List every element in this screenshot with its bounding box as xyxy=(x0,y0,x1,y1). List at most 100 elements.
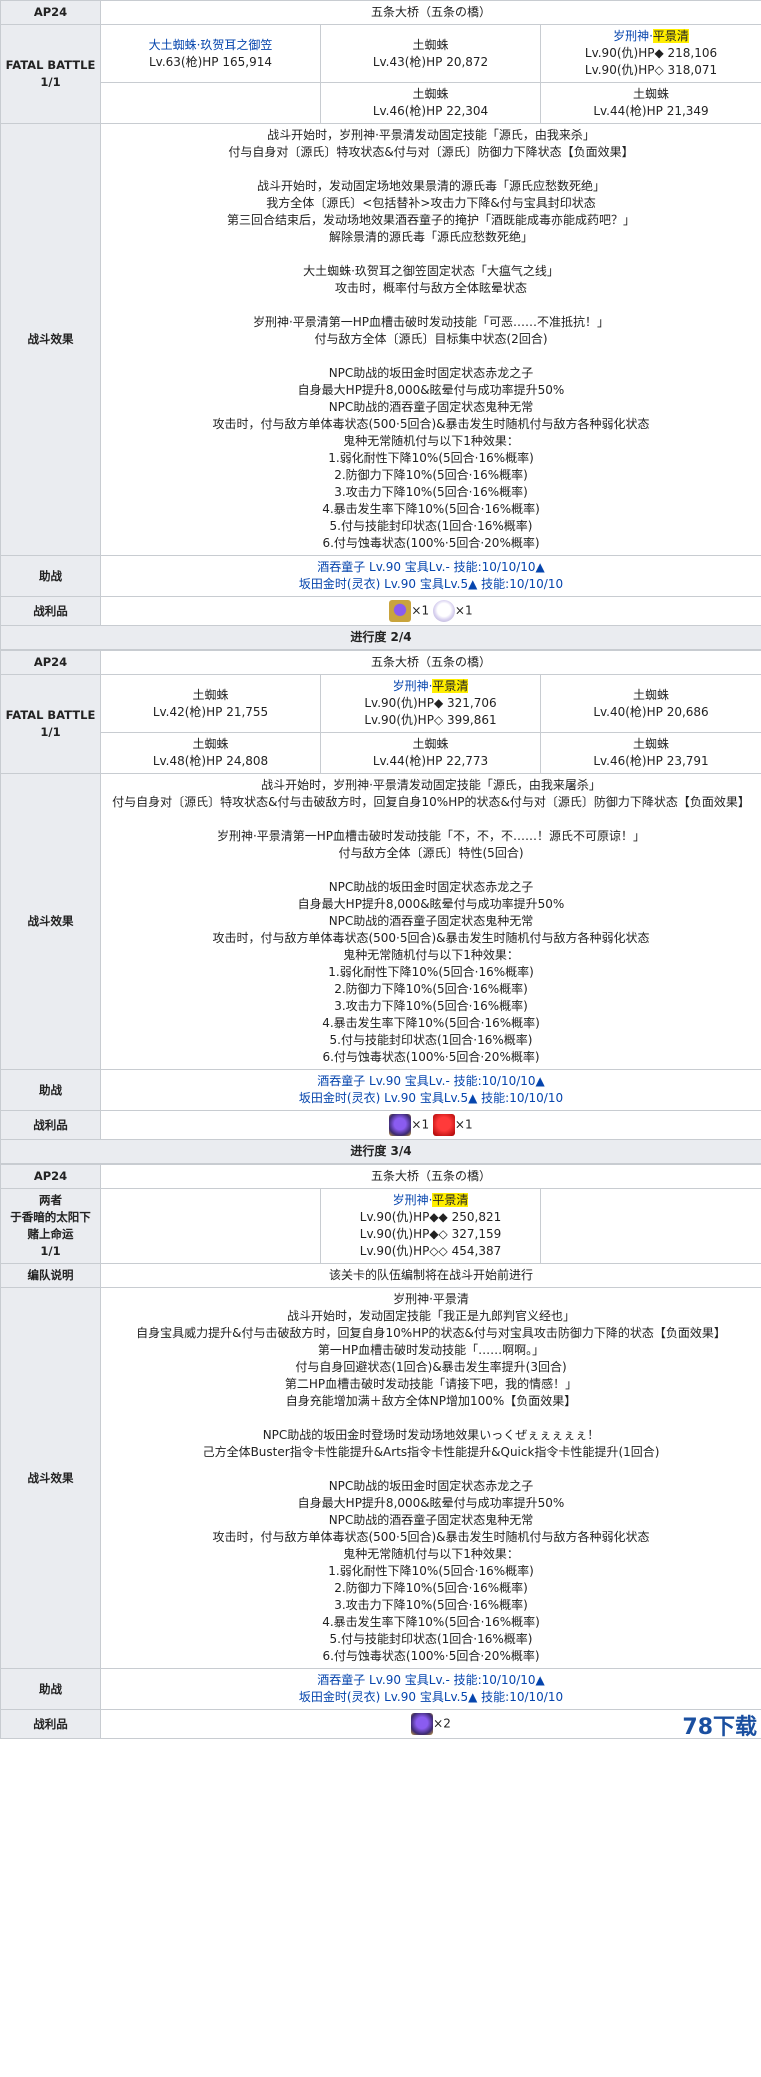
effect-line: 自身最大HP提升8,000&眩晕付与成功率提升50% xyxy=(297,1496,565,1510)
drops-cell: ×2 78下载 xyxy=(99,1709,761,1739)
support-servant-link[interactable]: 酒吞童子 Lv.90 宝具Lv.- 技能:10/10/10▲ xyxy=(105,1073,757,1090)
effect-line: NPC助战的酒吞童子固定状态鬼种无常 xyxy=(328,914,534,928)
stage-table-2: AP24 五条大桥（五条の橋） FATAL BATTLE 1/1 土蜘蛛 Lv.… xyxy=(0,650,761,1164)
effect-line: 解除景清的源氏毒「源氏应愁数死绝」 xyxy=(329,230,534,244)
effects-cell: 战斗开始时，岁刑神·平景清发动固定技能「源氏，由我来杀」 付与自身对〔源氏〕特攻状… xyxy=(99,123,761,556)
effects-list: 岁刑神·平景清战斗开始时，发动固定技能「我正是九郎判官义经也」自身宝具威力提升&… xyxy=(105,1291,757,1665)
location: 五条大桥（五条の橋） xyxy=(99,0,761,25)
boss-name-prefix[interactable]: 岁刑神· xyxy=(393,1193,433,1207)
battle-title-label: 两者 于香暗的太阳下 赌上命运 1/1 xyxy=(0,1188,101,1264)
support-servant-link[interactable]: 坂田金时(灵衣) Lv.90 宝具Lv.5▲ 技能:10/10/10 xyxy=(105,1689,757,1706)
effect-line: 鬼种无常随机付与以下1种效果： xyxy=(343,948,519,962)
enemy-name: 土蜘蛛 xyxy=(412,37,449,52)
watermark-logo: 78下载 xyxy=(682,1715,758,1739)
effect-line: 1.弱化耐性下降10%(5回合·16%概率) xyxy=(328,451,534,465)
drop-count: ×2 xyxy=(433,1716,451,1731)
support-cell: 酒吞童子 Lv.90 宝具Lv.- 技能:10/10/10▲ 坂田金时(灵衣) … xyxy=(99,1069,761,1111)
effect-line: 3.攻击力下降10%(5回合·16%概率) xyxy=(334,485,528,499)
support-cell: 酒吞童子 Lv.90 宝具Lv.- 技能:10/10/10▲ 坂田金时(灵衣) … xyxy=(99,1668,761,1710)
support-servant-link[interactable]: 酒吞童子 Lv.90 宝具Lv.- 技能:10/10/10▲ xyxy=(105,559,757,576)
drop-count: ×1 xyxy=(411,603,430,618)
progress-header: 进行度 3/4 xyxy=(0,1139,761,1164)
boss-cell: 岁刑神·平景清 Lv.90(仇)HP◆◆ 250,821 Lv.90(仇)HP◆… xyxy=(320,1188,541,1264)
effect-spacer xyxy=(105,1461,757,1478)
effect-spacer xyxy=(105,862,757,879)
enemy-cell: 土蜘蛛 Lv.46(枪)HP 23,791 xyxy=(539,732,761,774)
effect-line: 2.防御力下降10%(5回合·16%概率) xyxy=(334,468,528,482)
effect-spacer xyxy=(105,161,757,178)
enemy-name: 土蜘蛛 xyxy=(412,737,449,751)
effect-line: 自身充能增加满＋敌方全体NP增加100%【负面效果】 xyxy=(285,1394,577,1408)
boss-name-prefix[interactable]: 岁刑神· xyxy=(613,29,653,43)
ap-label: AP24 xyxy=(0,650,101,675)
support-label: 助战 xyxy=(0,1668,101,1710)
boss-name-highlight[interactable]: 平景清 xyxy=(432,679,469,693)
effect-line: 战斗开始时，岁刑神·平景清发动固定技能「源氏，由我来杀」 xyxy=(267,128,595,142)
effect-line: 攻击时，付与敌方单体毒状态(500·5回合)&暴击发生时随机付与敌方各种弱化状态 xyxy=(212,931,650,945)
effect-line: 岁刑神·平景清 xyxy=(393,1292,469,1306)
effects-list: 战斗开始时，岁刑神·平景清发动固定技能「源氏，由我来杀」 付与自身对〔源氏〕特攻状… xyxy=(105,127,757,552)
effect-line: 1.弱化耐性下降10%(5回合·16%概率) xyxy=(328,965,534,979)
effect-line: 鬼种无常随机付与以下1种效果： xyxy=(343,1547,519,1561)
support-cell: 酒吞童子 Lv.90 宝具Lv.- 技能:10/10/10▲ 坂田金时(灵衣) … xyxy=(99,555,761,597)
enemy-stat: Lv.43(枪)HP 20,872 xyxy=(372,54,489,69)
gem-item-icon[interactable] xyxy=(411,1713,434,1735)
effect-line: 自身宝具威力提升&付与击破敌方时，回复自身10%HP的状态&付与对宝具攻击防御力… xyxy=(136,1326,726,1340)
enemy-stat: Lv.46(枪)HP 22,304 xyxy=(372,104,489,118)
red-item-icon[interactable] xyxy=(432,1114,455,1136)
effect-line: 鬼种无常随机付与以下1种效果： xyxy=(343,434,519,448)
enemy-cell: 土蜘蛛 Lv.44(枪)HP 21,349 xyxy=(539,82,761,124)
drops-label: 战利品 xyxy=(0,596,101,626)
effect-line: 第一HP血槽击破时发动技能「……啊啊。」 xyxy=(317,1343,545,1357)
enemy-name: 土蜘蛛 xyxy=(192,737,229,751)
enemy-stat: Lv.40(枪)HP 20,686 xyxy=(593,704,709,719)
enemy-cell: 土蜘蛛 Lv.43(枪)HP 20,872 xyxy=(320,24,541,83)
effect-line: 4.暴击发生率下降10%(5回合·16%概率) xyxy=(322,502,540,516)
effects-label: 战斗效果 xyxy=(0,1287,101,1669)
support-servant-link[interactable]: 坂田金时(灵衣) Lv.90 宝具Lv.5▲ 技能:10/10/10 xyxy=(105,1090,757,1107)
enemy-cell: 土蜘蛛 Lv.44(枪)HP 22,773 xyxy=(320,732,541,774)
boss-stat: Lv.90(仇)HP◆◆ 250,821 xyxy=(359,1210,502,1224)
white-orb-item-icon[interactable] xyxy=(432,600,455,622)
effect-line: 5.付与技能封印状态(1回合·16%概率) xyxy=(329,1033,533,1047)
enemy-cell: 土蜘蛛 Lv.42(枪)HP 21,755 xyxy=(100,674,321,733)
enemy-stat: Lv.63(枪)HP 165,914 xyxy=(148,54,272,69)
effect-line: NPC助战的酒吞童子固定状态鬼种无常 xyxy=(328,400,534,414)
ap-label: AP24 xyxy=(0,0,101,25)
gem-item-icon[interactable] xyxy=(389,1114,412,1136)
enemy-name: 土蜘蛛 xyxy=(412,87,449,101)
boss-name-highlight[interactable]: 平景清 xyxy=(432,1193,469,1207)
effect-line: 6.付与蚀毒状态(100%·5回合·20%概率) xyxy=(322,1649,540,1663)
boss-name-highlight[interactable]: 平景清 xyxy=(652,29,689,43)
gem-item-icon[interactable] xyxy=(389,600,412,622)
effects-label: 战斗效果 xyxy=(0,123,101,556)
effect-line: 4.暴击发生率下降10%(5回合·16%概率) xyxy=(322,1016,540,1030)
boss-name-prefix[interactable]: 岁刑神· xyxy=(393,679,433,693)
enemy-name-link[interactable]: 大土蜘蛛·玖贺耳之御笠 xyxy=(105,37,316,54)
effect-line: 3.攻击力下降10%(5回合·16%概率) xyxy=(334,1598,528,1612)
effect-line: 自身最大HP提升8,000&眩晕付与成功率提升50% xyxy=(297,897,565,911)
effects-cell: 岁刑神·平景清战斗开始时，发动固定技能「我正是九郎判官义经也」自身宝具威力提升&… xyxy=(99,1287,761,1669)
drops-label: 战利品 xyxy=(0,1110,101,1140)
effect-spacer xyxy=(105,297,757,314)
effect-spacer xyxy=(105,348,757,365)
effect-spacer xyxy=(105,811,757,828)
effect-line: 岁刑神·平景清第一HP血槽击破时发动技能「不，不，不……！源氏不可原谅！」 xyxy=(216,829,646,843)
boss-stat: Lv.90(仇)HP◇ 318,071 xyxy=(584,63,718,77)
enemy-stat: Lv.42(枪)HP 21,755 xyxy=(152,704,269,719)
effect-line: 4.暴击发生率下降10%(5回合·16%概率) xyxy=(322,1615,540,1629)
effect-line: 付与敌方全体〔源氏〕目标集中状态(2回合) xyxy=(314,332,548,346)
formation-label: 编队说明 xyxy=(0,1263,101,1288)
effect-line: 2.防御力下降10%(5回合·16%概率) xyxy=(334,1581,528,1595)
location: 五条大桥（五条の橋） xyxy=(99,650,761,675)
boss-stat: Lv.90(仇)HP◆ 321,706 xyxy=(364,696,497,710)
effect-spacer xyxy=(105,246,757,263)
empty-cell xyxy=(100,82,321,124)
effect-line: 己方全体Buster指令卡性能提升&Arts指令卡性能提升&Quick指令卡性能… xyxy=(202,1445,660,1459)
support-servant-link[interactable]: 坂田金时(灵衣) Lv.90 宝具Lv.5▲ 技能:10/10/10 xyxy=(105,576,757,593)
support-servant-link[interactable]: 酒吞童子 Lv.90 宝具Lv.- 技能:10/10/10▲ xyxy=(105,1672,757,1689)
drop-count: ×1 xyxy=(454,1117,473,1132)
effect-line: 战斗开始时，发动固定技能「我正是九郎判官义经也」 xyxy=(287,1309,576,1323)
enemy-name: 土蜘蛛 xyxy=(633,687,670,702)
empty-cell xyxy=(100,1188,321,1264)
